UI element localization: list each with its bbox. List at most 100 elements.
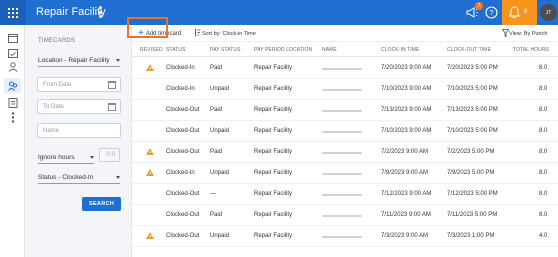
table-row[interactable]: Clocked-Out — Repair Facility 7/12/2023 9:0… <box>132 184 558 205</box>
view-label[interactable]: View: By Punch <box>509 31 547 37</box>
status-cell: Clocked-Out <box>166 233 200 239</box>
name-placeholder-bar <box>322 110 362 112</box>
column-header[interactable]: CLOCK-IN TIME <box>381 47 419 53</box>
app-launcher-button[interactable] <box>0 0 26 25</box>
table-row[interactable]: Clocked-In Unpaid Repair Facility 7/10/2023… <box>132 79 558 100</box>
highlight-frame <box>127 17 168 38</box>
notification-badge: 7 <box>475 2 483 10</box>
pay-status-cell: Unpaid <box>210 233 230 239</box>
name-placeholder-bar <box>322 215 362 217</box>
name-field[interactable]: Name <box>37 123 121 138</box>
pay-status-cell: Paid <box>210 65 223 71</box>
search-button[interactable]: SEARCH <box>82 197 121 211</box>
alerts-button[interactable] <box>502 0 537 25</box>
location-cell: Repair Facility <box>254 191 293 197</box>
table-row[interactable]: Clocked-Out Unpaid Repair Facility 7/3/2023… <box>132 226 558 247</box>
filter-icon[interactable] <box>502 29 509 37</box>
name-placeholder-bar <box>322 89 362 91</box>
app-title: Repair Facility <box>36 6 106 18</box>
location-select-value: Location - Repair Facility <box>38 57 110 64</box>
status-cell: Clocked-In <box>166 86 195 92</box>
location-select[interactable]: Location - Repair Facility <box>38 53 120 67</box>
clock-out-cell: 7/12/2023 5:00 PM <box>447 191 498 197</box>
bell-icon <box>509 6 520 19</box>
document-icon[interactable] <box>6 97 19 108</box>
status-select[interactable]: Status - Clocked-In <box>38 170 120 184</box>
calendar-icon[interactable] <box>108 81 116 89</box>
clock-in-cell: 7/20/2023 9:00 AM <box>381 65 432 71</box>
column-header[interactable]: PAY PERIOD LOCATION <box>254 47 312 53</box>
pay-status-cell: Paid <box>210 107 223 113</box>
table-header: REVISED STATUS PAY STATUS PAY PERIOD LOC… <box>132 42 558 57</box>
user-icon[interactable] <box>6 61 19 72</box>
location-cell: Repair Facility <box>254 86 293 92</box>
clock-out-cell: 7/9/2023 5:00 PM <box>447 170 495 176</box>
column-header[interactable]: NAME <box>322 47 337 53</box>
clock-out-cell: 7/13/2023 5:00 PM <box>447 107 498 113</box>
status-cell: Clocked-Out <box>166 212 200 218</box>
clock-in-cell: 7/13/2023 9:00 AM <box>381 107 432 113</box>
table-row[interactable]: Clocked-Out Paid Repair Facility 7/11/2023 … <box>132 205 558 226</box>
pay-status-cell: Paid <box>210 149 223 155</box>
total-hours-cell: 4.0 <box>539 233 548 239</box>
clock-in-cell: 7/9/2023 9:00 AM <box>381 170 429 176</box>
clock-out-cell: 7/2/2023 5:00 PM <box>447 149 495 155</box>
location-cell: Repair Facility <box>254 212 293 218</box>
name-placeholder-bar <box>322 173 362 175</box>
from-date-placeholder: From Date <box>43 82 72 88</box>
filters-title: TIMECARDS <box>38 38 76 44</box>
location-cell: Repair Facility <box>254 107 293 113</box>
warning-icon <box>146 232 154 239</box>
table-row[interactable]: Clocked-In Unpaid Repair Facility 7/9/2023 … <box>132 163 558 184</box>
pay-status-cell: Unpaid <box>210 86 230 92</box>
column-header[interactable]: PAY STATUS <box>210 47 241 53</box>
location-cell: Repair Facility <box>254 149 293 155</box>
more-icon[interactable] <box>6 112 19 123</box>
total-hours-cell: 8.0 <box>539 86 548 92</box>
column-header[interactable]: REVISED <box>140 47 163 53</box>
more-vert-icon[interactable] <box>97 4 103 20</box>
warning-icon <box>146 64 154 71</box>
users-icon[interactable] <box>4 78 21 93</box>
left-rail <box>0 25 25 257</box>
to-date-field[interactable]: To Date <box>37 99 121 114</box>
toolbar: + Add timecard Sort by: Clock-in Time Vi… <box>132 25 558 42</box>
chevron-down-icon <box>116 59 120 62</box>
table-row[interactable]: Clocked-In Paid Repair Facility 7/20/2023 9… <box>132 58 558 79</box>
from-date-field[interactable]: From Date <box>37 77 121 92</box>
ignore-hours-label: Ignore hours <box>38 154 75 161</box>
column-header[interactable]: TOTAL HOURS <box>513 47 549 53</box>
table-row[interactable]: Clocked-Out Paid Repair Facility 7/13/2023 … <box>132 100 558 121</box>
clock-in-cell: 7/12/2023 9:00 AM <box>381 191 432 197</box>
total-hours-cell: 8.0 <box>539 191 548 197</box>
sort-label[interactable]: Sort by: Clock-in Time <box>202 31 256 37</box>
ignore-hours-value[interactable]: 0.0 <box>99 148 120 162</box>
calendar-icon[interactable] <box>6 32 19 43</box>
clock-out-cell: 7/20/2023 5:00 PM <box>447 65 498 71</box>
ignore-hours-select[interactable]: Ignore hours <box>38 150 94 164</box>
pay-status-cell: Unpaid <box>210 170 230 176</box>
table-row[interactable]: Clocked-Out Paid Repair Facility 7/2/2023 9… <box>132 142 558 163</box>
column-header[interactable]: STATUS <box>166 47 186 53</box>
clock-in-cell: 7/10/2023 9:00 AM <box>381 86 432 92</box>
sort-icon[interactable] <box>194 28 201 37</box>
clock-out-cell: 7/11/2023 5:00 PM <box>447 212 498 218</box>
clock-out-cell: 7/10/2023 5:00 PM <box>447 128 498 134</box>
pay-status-cell: Unpaid <box>210 128 230 134</box>
help-icon[interactable]: ? <box>483 4 500 21</box>
total-hours-cell: 8.0 <box>539 149 548 155</box>
name-placeholder-bar <box>322 236 362 238</box>
calendar-icon[interactable] <box>108 103 116 111</box>
column-header[interactable]: CLOCK-OUT TIME <box>447 47 491 53</box>
avatar[interactable]: JT <box>540 4 557 21</box>
status-cell: Clocked-In <box>166 170 195 176</box>
warning-icon <box>146 148 154 155</box>
chevron-down-icon <box>116 176 120 179</box>
table-row[interactable]: Clocked-Out Unpaid Repair Facility 7/10/202… <box>132 121 558 142</box>
status-cell: Clocked-Out <box>166 128 200 134</box>
grid-icon <box>8 7 18 18</box>
calendar-check-icon[interactable] <box>6 47 19 58</box>
total-hours-cell: 8.0 <box>539 128 548 134</box>
location-cell: Repair Facility <box>254 65 293 71</box>
status-cell: Clocked-Out <box>166 107 200 113</box>
